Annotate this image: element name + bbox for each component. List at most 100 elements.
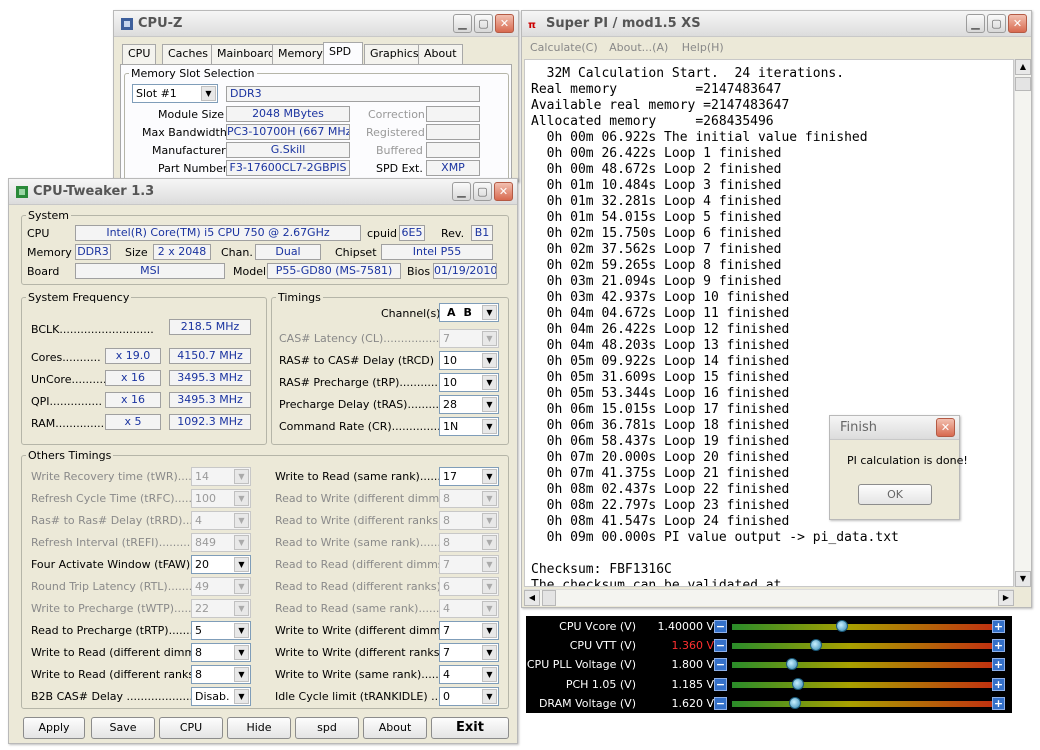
tab-mainboard[interactable]: Mainboard [211,44,282,64]
finish-titlebar[interactable]: Finish ✕ [830,416,959,440]
chevron-down-icon[interactable]: ▼ [482,353,497,368]
cl-select[interactable]: 7 ▼ [439,329,499,348]
trcd-select[interactable]: 10 ▼ [439,351,499,370]
others-right-select[interactable]: 4 ▼ [439,665,499,684]
chevron-down-icon[interactable]: ▼ [482,305,497,320]
others-left-select[interactable]: Disab. ▼ [191,687,251,706]
others-right-select[interactable]: 7 ▼ [439,621,499,640]
tab-graphics[interactable]: Graphics [364,44,425,64]
exit-button[interactable]: Exit [431,717,509,739]
others-left-select[interactable]: 49 ▼ [191,577,251,596]
slider-knob[interactable] [786,658,799,671]
chevron-down-icon[interactable]: ▼ [234,535,249,550]
hide-button[interactable]: Hide [227,717,291,739]
others-right-select[interactable]: 6 ▼ [439,577,499,596]
close-icon[interactable]: ✕ [936,418,955,437]
minus-icon[interactable]: − [714,620,727,633]
superpi-titlebar[interactable]: π Super PI / mod1.5 XS ▁ ▢ ✕ [522,11,1031,37]
slider-knob[interactable] [836,620,849,632]
plus-icon[interactable]: + [992,639,1005,653]
chevron-down-icon[interactable]: ▼ [234,513,249,528]
others-right-select[interactable]: 4 ▼ [439,599,499,618]
others-left-select[interactable]: 14 ▼ [191,467,251,486]
others-right-select[interactable]: 8 ▼ [439,489,499,508]
chevron-down-icon[interactable]: ▼ [234,689,249,704]
chevron-down-icon[interactable]: ▼ [482,491,497,506]
plus-icon[interactable]: + [992,696,1005,710]
others-left-select[interactable]: 8 ▼ [191,643,251,662]
chevron-down-icon[interactable]: ▼ [482,513,497,528]
vertical-scrollbar[interactable]: ▲ ▼ [1014,59,1031,587]
others-left-select[interactable]: 20 ▼ [191,555,251,574]
voltage-slider[interactable] [732,677,994,690]
slider-knob[interactable] [791,677,804,690]
maximize-icon[interactable]: ▢ [474,14,493,33]
menu-help[interactable]: Help(H) [682,41,724,54]
minimize-icon[interactable]: ▁ [452,182,471,201]
minus-icon[interactable]: − [714,677,727,691]
others-right-select[interactable]: 8 ▼ [439,511,499,530]
chevron-down-icon[interactable]: ▼ [482,419,497,434]
chevron-down-icon[interactable]: ▼ [482,535,497,550]
chevron-down-icon[interactable]: ▼ [482,375,497,390]
others-left-select[interactable]: 22 ▼ [191,599,251,618]
chevron-down-icon[interactable]: ▼ [482,645,497,660]
minimize-icon[interactable]: ▁ [966,14,985,33]
others-left-select[interactable]: 4 ▼ [191,511,251,530]
plus-icon[interactable]: + [992,658,1005,672]
chevron-down-icon[interactable]: ▼ [234,667,249,682]
chevron-down-icon[interactable]: ▼ [482,579,497,594]
voltage-slider[interactable] [732,620,994,632]
save-button[interactable]: Save [91,717,155,739]
tab-caches[interactable]: Caches [162,44,214,64]
minus-icon[interactable]: − [714,696,727,710]
tras-select[interactable]: 28 ▼ [439,395,499,414]
plus-icon[interactable]: + [992,677,1005,691]
menu-calculate[interactable]: Calculate(C) [530,41,598,54]
close-icon[interactable]: ✕ [1008,14,1027,33]
tab-memory[interactable]: Memory [272,44,329,64]
about-button[interactable]: About [363,717,427,739]
maximize-icon[interactable]: ▢ [473,182,492,201]
close-icon[interactable]: ✕ [495,14,514,33]
cr-select[interactable]: 1N ▼ [439,417,499,436]
chevron-down-icon[interactable]: ▼ [234,623,249,638]
chevron-down-icon[interactable]: ▼ [234,645,249,660]
cpuz-titlebar[interactable]: CPU-Z ▁ ▢ ✕ [114,11,518,37]
chevron-down-icon[interactable]: ▼ [234,579,249,594]
others-left-select[interactable]: 8 ▼ [191,665,251,684]
slider-knob[interactable] [809,639,822,652]
maximize-icon[interactable]: ▢ [987,14,1006,33]
voltage-slider[interactable] [732,639,994,652]
minimize-icon[interactable]: ▁ [453,14,472,33]
cputweaker-titlebar[interactable]: CPU-Tweaker 1.3 ▁ ▢ ✕ [9,179,517,205]
others-right-select[interactable]: 7 ▼ [439,555,499,574]
channel-select[interactable]: A B ▼ [439,303,499,322]
chevron-down-icon[interactable]: ▼ [234,557,249,572]
cpu-button[interactable]: CPU [159,717,223,739]
close-icon[interactable]: ✕ [494,182,513,201]
scroll-hthumb[interactable] [542,590,556,606]
horizontal-scrollbar[interactable]: ◀ ▶ [524,589,1014,606]
chevron-down-icon[interactable]: ▼ [234,469,249,484]
others-left-select[interactable]: 5 ▼ [191,621,251,640]
chevron-down-icon[interactable]: ▼ [234,601,249,616]
spd-button[interactable]: spd [295,717,359,739]
others-right-select[interactable]: 8 ▼ [439,533,499,552]
others-right-select[interactable]: 17 ▼ [439,467,499,486]
scroll-thumb[interactable] [1015,77,1031,91]
tab-spd[interactable]: SPD [323,42,363,65]
chevron-down-icon[interactable]: ▼ [482,557,497,572]
chevron-down-icon[interactable]: ▼ [482,623,497,638]
apply-button[interactable]: Apply [23,717,85,739]
chevron-down-icon[interactable]: ▼ [482,667,497,682]
chevron-down-icon[interactable]: ▼ [482,331,497,346]
plus-icon[interactable]: + [992,620,1005,633]
chevron-down-icon[interactable]: ▼ [201,86,216,101]
tab-about[interactable]: About [418,44,463,64]
scroll-right-icon[interactable]: ▶ [998,590,1014,606]
slot-select[interactable]: Slot #1 ▼ [132,84,218,103]
others-right-select[interactable]: 0 ▼ [439,687,499,706]
tab-cpu[interactable]: CPU [122,44,157,64]
chevron-down-icon[interactable]: ▼ [482,601,497,616]
